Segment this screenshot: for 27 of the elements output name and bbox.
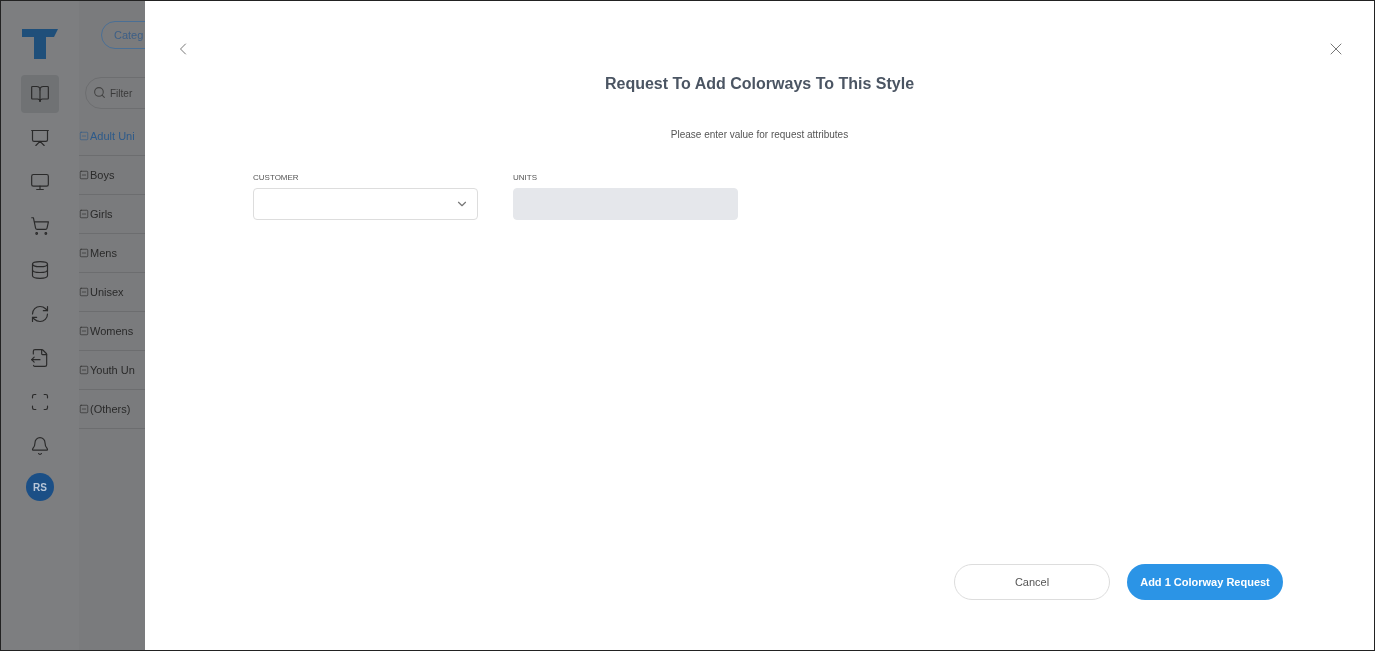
book-icon (30, 84, 50, 104)
file-export-icon (30, 348, 50, 368)
field-label: UNITS (513, 172, 538, 184)
dialog-subtitle: Please enter value for request attributes (669, 128, 850, 142)
collapse-icon (79, 209, 89, 219)
collapse-icon (79, 365, 89, 375)
collapse-icon (79, 170, 89, 180)
collapse-icon (79, 131, 89, 141)
collapse-icon (79, 404, 89, 414)
refresh-icon (30, 304, 50, 324)
field-label: CUSTOMER (253, 172, 300, 184)
bell-icon (30, 436, 50, 456)
collapse-icon (79, 287, 89, 297)
cancel-button[interactable]: Cancel (954, 564, 1110, 600)
board-icon (30, 172, 50, 192)
submit-button[interactable]: Add 1 Colorway Request (1127, 564, 1283, 600)
scan-icon (30, 392, 50, 412)
search-icon (93, 86, 106, 99)
collapse-icon (79, 326, 89, 336)
user-avatar[interactable]: RS (26, 473, 54, 501)
cart-icon (30, 216, 50, 236)
database-icon (30, 260, 50, 280)
nav-button[interactable] (21, 75, 59, 113)
filter-field[interactable]: Filter (85, 77, 145, 109)
presentation-icon (30, 128, 50, 148)
collapse-icon (79, 248, 89, 258)
dialog-title: Request To Add Colorways To This Style (603, 74, 916, 94)
